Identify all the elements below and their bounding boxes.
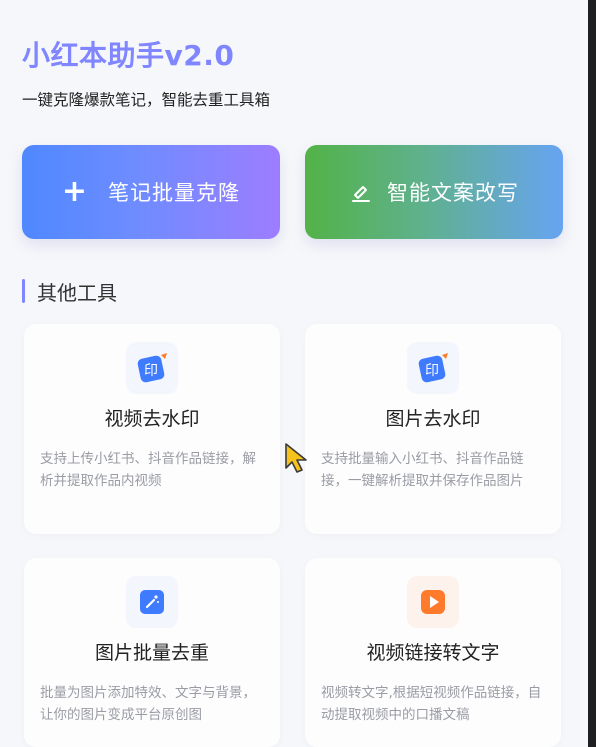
batch-clone-button[interactable]: + 笔记批量克隆	[22, 145, 280, 239]
plus-icon: +	[61, 174, 89, 209]
tool-title: 视频去水印	[104, 408, 200, 430]
tool-title: 图片批量去重	[94, 642, 209, 664]
smart-rewrite-button[interactable]: 智能文案改写	[305, 145, 563, 239]
tool-card-image-watermark[interactable]: 印 图片去水印 支持批量输入小红书、抖音作品链接，一键解析提取并保存作品图片	[305, 324, 561, 534]
seal-glyph: 印	[425, 363, 439, 379]
section-accent-bar	[22, 279, 25, 303]
tool-card-video-to-text[interactable]: 视频链接转文字 视频转文字,根据短视频作品链接，自动提取视频中的口播文稿	[305, 558, 561, 747]
other-tools-header: 其他工具	[22, 276, 117, 306]
section-title: 其他工具	[37, 280, 117, 305]
watermark-seal-icon: 印	[407, 342, 459, 394]
mouse-pointer-icon	[285, 443, 307, 473]
play-icon	[407, 576, 459, 628]
app-page: 小红本助手v2.0 一键克隆爆款笔记，智能去重工具箱 + 笔记批量克隆 智能文案…	[0, 0, 588, 747]
tool-card-image-dedupe[interactable]: 图片批量去重 批量为图片添加特效、文字与背景，让你的图片变成平台原创图	[24, 558, 280, 747]
watermark-seal-icon: 印	[126, 342, 178, 394]
tool-description: 支持上传小红书、抖音作品链接，解析并提取作品内视频	[40, 451, 256, 489]
smart-rewrite-label: 智能文案改写	[387, 181, 519, 205]
tool-description: 批量为图片添加特效、文字与背景，让你的图片变成平台原创图	[40, 685, 256, 723]
magic-wand-icon	[126, 576, 178, 628]
pencil-icon	[352, 186, 370, 202]
window-edge-strip	[588, 0, 596, 747]
tool-card-video-watermark[interactable]: 印 视频去水印 支持上传小红书、抖音作品链接，解析并提取作品内视频	[24, 324, 280, 534]
app-subtitle: 一键克隆爆款笔记，智能去重工具箱	[22, 91, 271, 109]
tool-description: 视频转文字,根据短视频作品链接，自动提取视频中的口播文稿	[321, 685, 542, 723]
seal-glyph: 印	[144, 363, 158, 379]
batch-clone-label: 笔记批量克隆	[108, 181, 241, 205]
tool-description: 支持批量输入小红书、抖音作品链接，一键解析提取并保存作品图片	[321, 451, 524, 489]
tool-title: 图片去水印	[385, 408, 481, 430]
app-title: 小红本助手v2.0	[22, 39, 235, 72]
tool-title: 视频链接转文字	[366, 642, 500, 664]
